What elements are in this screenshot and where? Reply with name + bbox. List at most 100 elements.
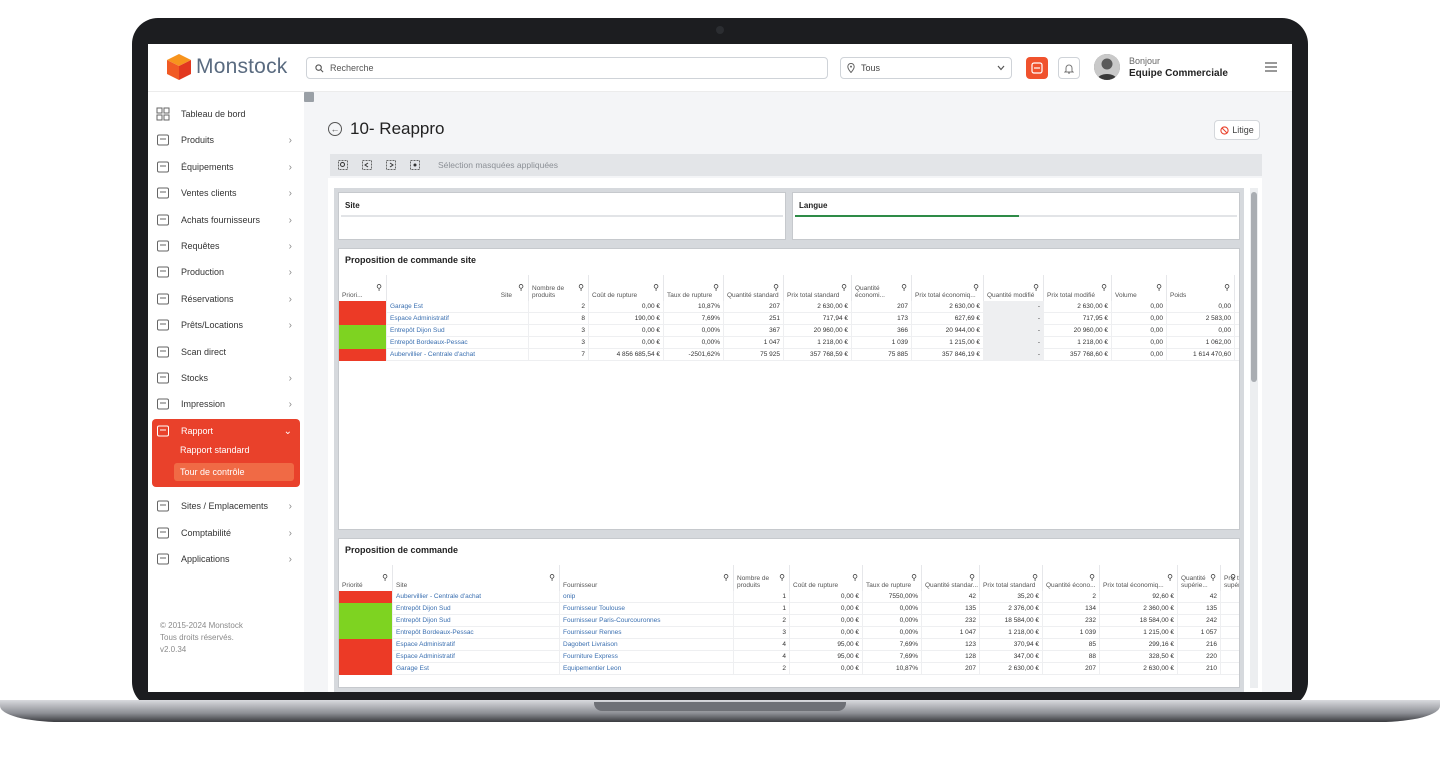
column-header[interactable]: Fournisseur ⚲ bbox=[560, 565, 734, 591]
search-icon[interactable]: ⚲ bbox=[713, 283, 719, 292]
column-header[interactable]: Quantité standar... ⚲ bbox=[922, 565, 980, 591]
column-header[interactable]: Priori... ⚲ bbox=[339, 275, 387, 301]
search-icon[interactable]: ⚲ bbox=[973, 283, 979, 292]
table-cell-link[interactable]: Entrepôt Dijon Sud bbox=[393, 603, 560, 615]
search-icon[interactable]: ⚲ bbox=[723, 573, 729, 582]
sidebar-item-achats-fournisseurs[interactable]: Achats fournisseurs › bbox=[152, 208, 300, 232]
table-cell-link[interactable]: Espace Administratif bbox=[393, 651, 560, 663]
search-icon[interactable]: ⚲ bbox=[773, 283, 779, 292]
sidebar-item-pr-ts-locations[interactable]: Prêts/Locations › bbox=[152, 313, 300, 337]
search-icon[interactable]: ⚲ bbox=[382, 573, 388, 582]
column-header[interactable]: Prix total standard ⚲ bbox=[784, 275, 852, 301]
search-icon[interactable]: ⚲ bbox=[1224, 283, 1230, 292]
search-icon[interactable]: ⚲ bbox=[901, 283, 907, 292]
table-cell-link[interactable]: Garage Est bbox=[387, 301, 529, 313]
column-header[interactable]: Prix to supérie⚲ bbox=[1221, 565, 1239, 591]
sidebar-item-comptabilit[interactable]: Comptabilité › bbox=[152, 521, 300, 545]
table-cell-link[interactable]: Fournisseur Toulouse bbox=[560, 603, 734, 615]
column-header[interactable]: Nombre de produits ⚲ bbox=[734, 565, 790, 591]
zoom-icon[interactable] bbox=[338, 160, 348, 170]
table-cell-link[interactable]: Aubervillier - Centrale d'achat bbox=[393, 591, 560, 603]
table-cell-link[interactable]: Entrepôt Bordeaux-Pessac bbox=[387, 337, 529, 349]
search-icon[interactable]: ⚲ bbox=[779, 573, 785, 582]
table-row[interactable]: Garage Est Equipementier Leon 2 0,00 €10,87… bbox=[339, 663, 1239, 675]
column-header[interactable]: Quantité standard ⚲ bbox=[724, 275, 784, 301]
table-cell-link[interactable]: Entrepôt Dijon Sud bbox=[387, 325, 529, 337]
table-cell-link[interactable]: Espace Administratif bbox=[387, 313, 529, 325]
user-greeting[interactable]: Bonjour Equipe Commerciale bbox=[1129, 56, 1228, 79]
search-icon[interactable]: ⚲ bbox=[911, 573, 917, 582]
search-icon[interactable]: ⚲ bbox=[1167, 573, 1173, 582]
table-row[interactable]: Aubervillier - Centrale d'achat 7 4 856 68… bbox=[339, 349, 1239, 361]
column-header[interactable]: Volume ⚲ bbox=[1112, 275, 1167, 301]
langue-filter[interactable]: Langue bbox=[792, 192, 1240, 240]
sidebar-item-r-servations[interactable]: Réservations › bbox=[152, 287, 300, 311]
sidebar-item-ventes-clients[interactable]: Ventes clients › bbox=[152, 181, 300, 205]
sidebar-item-tableau-de-bord[interactable]: Tableau de bord bbox=[152, 102, 300, 126]
search-icon[interactable]: ⚲ bbox=[841, 283, 847, 292]
search-icon[interactable]: ⚲ bbox=[653, 283, 659, 292]
table-cell-link[interactable]: Aubervillier - Centrale d'achat bbox=[387, 349, 529, 361]
table-cell-link[interactable]: Fournisseur Rennes bbox=[560, 627, 734, 639]
table-cell-link[interactable]: Entrepôt Dijon Sud bbox=[393, 615, 560, 627]
collapse-sidebar-button[interactable] bbox=[304, 92, 314, 102]
vertical-scrollbar[interactable] bbox=[1250, 188, 1258, 688]
search-icon[interactable]: ⚲ bbox=[1230, 573, 1236, 582]
column-header[interactable]: Quantité écono... ⚲ bbox=[1043, 565, 1100, 591]
column-header[interactable]: Site ⚲ bbox=[387, 275, 529, 301]
sidebar-item-scan-direct[interactable]: Scan direct bbox=[152, 340, 300, 364]
table-row[interactable]: Espace Administratif Dagobert Livraison 4 9… bbox=[339, 639, 1239, 651]
litige-button[interactable]: Litige bbox=[1214, 120, 1260, 140]
search-icon[interactable]: ⚲ bbox=[518, 283, 524, 292]
column-header[interactable]: Poids ⚲ bbox=[1167, 275, 1235, 301]
table-row[interactable]: Garage Est 2 0,00 €10,87% 207 2 630,00 €207 2… bbox=[339, 301, 1239, 313]
search-icon[interactable]: ⚲ bbox=[549, 573, 555, 582]
sidebar-item-produits[interactable]: Produits › bbox=[152, 128, 300, 152]
table-row[interactable]: Espace Administratif 8 190,00 €7,69% 251 717… bbox=[339, 313, 1239, 325]
column-header[interactable]: Quantité supérie... ⚲ bbox=[1178, 565, 1221, 591]
column-header[interactable]: Prix total modifié ⚲ bbox=[1044, 275, 1112, 301]
avatar[interactable] bbox=[1094, 54, 1120, 80]
table-row[interactable]: Entrepôt Dijon Sud Fournisseur Toulouse 1 0… bbox=[339, 603, 1239, 615]
scrollbar-thumb[interactable] bbox=[1251, 192, 1257, 382]
column-header[interactable]: Taux de rupture ⚲ bbox=[664, 275, 724, 301]
table-cell-link[interactable]: Fourniture Express bbox=[560, 651, 734, 663]
search-icon[interactable]: ⚲ bbox=[1156, 283, 1162, 292]
clear-selection-icon[interactable] bbox=[410, 160, 420, 170]
sidebar-item-rapport[interactable]: Rapport ⌄ bbox=[152, 419, 300, 443]
back-arrow-icon[interactable]: ← bbox=[328, 122, 342, 136]
menu-icon[interactable] bbox=[1265, 62, 1277, 72]
sidebar-item--quipements[interactable]: Équipements › bbox=[152, 155, 300, 179]
column-header[interactable]: Prix total standard ⚲ bbox=[980, 565, 1043, 591]
table-cell-link[interactable]: Fournisseur Paris-Courcouronnes bbox=[560, 615, 734, 627]
sidebar-item-impression[interactable]: Impression › bbox=[152, 392, 300, 416]
column-header[interactable]: Priorité ⚲ bbox=[339, 565, 393, 591]
sidebar-item-requ-tes[interactable]: Requêtes › bbox=[152, 234, 300, 258]
column-header[interactable]: Prix total économiq... ⚲ bbox=[912, 275, 984, 301]
site-filter[interactable]: Site bbox=[338, 192, 786, 240]
column-header[interactable]: Nombre de produits ⚲ bbox=[529, 275, 589, 301]
table-cell-link[interactable]: Equipementier Leon bbox=[560, 663, 734, 675]
column-header[interactable]: Prix total économiq... ⚲ bbox=[1100, 565, 1178, 591]
sidebar-item-stocks[interactable]: Stocks › bbox=[152, 366, 300, 390]
table-cell-link[interactable]: Garage Est bbox=[393, 663, 560, 675]
search-icon[interactable]: ⚲ bbox=[1101, 283, 1107, 292]
column-header[interactable]: Quantité modifié ⚲ bbox=[984, 275, 1044, 301]
table-cell-link[interactable]: Dagobert Livraison bbox=[560, 639, 734, 651]
sidebar-item-production[interactable]: Production › bbox=[152, 260, 300, 284]
table-row[interactable]: Entrepôt Dijon Sud 3 0,00 €0,00% 367 20 960,… bbox=[339, 325, 1239, 337]
search-icon[interactable]: ⚲ bbox=[969, 573, 975, 582]
table-row[interactable]: Entrepôt Bordeaux-Pessac 3 0,00 €0,00% 1 04… bbox=[339, 337, 1239, 349]
search-icon[interactable]: ⚲ bbox=[1033, 283, 1039, 292]
logo[interactable]: Monstock bbox=[166, 53, 287, 81]
scan-button[interactable] bbox=[1026, 57, 1048, 79]
submenu-tour-de-controle[interactable]: Tour de contrôle bbox=[174, 463, 294, 481]
search-input[interactable]: Recherche bbox=[306, 57, 828, 79]
table-row[interactable]: Espace Administratif Fourniture Express 4 9… bbox=[339, 651, 1239, 663]
column-header[interactable]: Coût de rupture ⚲ bbox=[589, 275, 664, 301]
column-header[interactable]: Quantité économi... ⚲ bbox=[852, 275, 912, 301]
search-icon[interactable]: ⚲ bbox=[578, 283, 584, 292]
search-icon[interactable]: ⚲ bbox=[1032, 573, 1038, 582]
search-icon[interactable]: ⚲ bbox=[1210, 573, 1216, 582]
search-icon[interactable]: ⚲ bbox=[1089, 573, 1095, 582]
